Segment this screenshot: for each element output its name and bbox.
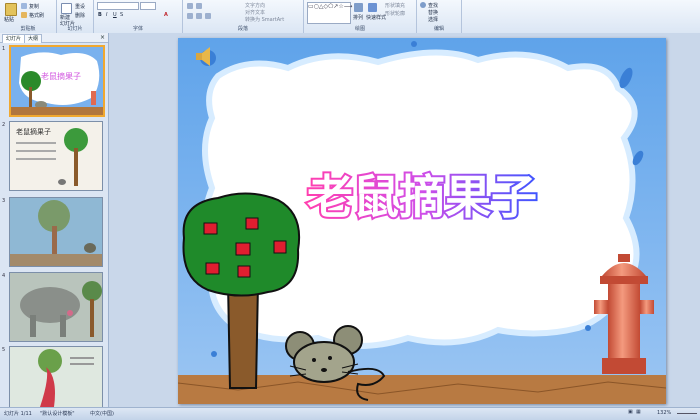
slide-number: 5 — [2, 347, 6, 353]
slide-thumbnail-3[interactable] — [9, 197, 103, 267]
select-button[interactable]: 选择 — [428, 16, 438, 23]
font-name-dropdown[interactable] — [97, 2, 139, 10]
slide-number: 3 — [2, 198, 6, 204]
apple[interactable] — [205, 262, 220, 275]
replace-button[interactable]: 替换 — [428, 9, 438, 16]
find-icon[interactable] — [420, 2, 426, 8]
bullets-icon[interactable] — [187, 3, 193, 9]
align-left-icon[interactable] — [187, 13, 193, 19]
panel-tabs: 幻灯片 大纲 × — [0, 33, 108, 43]
ribbon-group-editing: 查找 替换 选择 编辑 — [417, 0, 462, 33]
apple[interactable] — [203, 222, 218, 235]
new-slide-icon[interactable] — [61, 3, 72, 14]
slide-number: 1 — [2, 46, 6, 52]
font-size-dropdown[interactable] — [140, 2, 156, 10]
zoom-slider[interactable] — [677, 413, 697, 414]
apple[interactable] — [273, 240, 287, 254]
slide-thumbnail-1[interactable]: 老鼠摘果子 — [9, 45, 105, 117]
copy-icon[interactable] — [21, 3, 27, 9]
tab-slides[interactable]: 幻灯片 — [2, 34, 26, 43]
slide-title[interactable]: 老鼠摘果子 — [305, 168, 539, 226]
slide-art: 老鼠摘果子 — [178, 41, 666, 404]
slide-thumbnail-panel: 幻灯片 大纲 × 1 老鼠摘果子 2 老鼠摘果子 3 4 5 — [0, 33, 109, 408]
delete-button[interactable]: 删除 — [75, 12, 85, 19]
close-panel-icon[interactable]: × — [100, 34, 105, 41]
apple[interactable] — [237, 265, 251, 278]
slide-number: 2 — [2, 122, 6, 128]
ribbon-group-label: 段落 — [237, 26, 248, 32]
align-text-button[interactable]: 对齐文本 — [245, 9, 265, 16]
slide-count: 幻灯片 1/11 — [4, 411, 32, 417]
bold-button[interactable]: B — [98, 12, 102, 18]
svg-text:老鼠摘果子: 老鼠摘果子 — [41, 71, 81, 81]
strikethrough-button[interactable]: S — [120, 12, 123, 18]
thumbnail-1-art: 老鼠摘果子 — [11, 52, 103, 115]
tab-outline[interactable]: 大纲 — [24, 34, 43, 43]
thumb2-title: 老鼠摘果子 — [16, 127, 51, 136]
thumbnail-4-art — [20, 281, 102, 337]
slide-thumbnail-5[interactable] — [9, 346, 103, 408]
arrange-button[interactable]: 排列 — [353, 14, 363, 21]
ribbon-group-label: 绘图 — [354, 26, 365, 32]
ribbon-group-paragraph: 文字方向 对齐文本 转换为 SmartArt 段落 — [183, 0, 304, 33]
status-bar: 幻灯片 1/11 "默认设计模板" 中文(中国) ▣ ▦ 132% — [0, 407, 700, 420]
format-painter-button[interactable]: 格式刷 — [29, 12, 44, 19]
quick-styles-icon[interactable] — [368, 3, 377, 12]
text-direction-button[interactable]: 文字方向 — [245, 2, 265, 9]
slide-number: 4 — [2, 273, 6, 279]
ribbon-group-font: B I U S A 字体 — [94, 0, 183, 33]
find-button[interactable]: 查找 — [428, 2, 438, 9]
drop-decoration — [211, 351, 217, 357]
ribbon-group-label: 编辑 — [433, 26, 444, 32]
language-indicator: 中文(中国) — [90, 411, 114, 417]
paste-button[interactable]: 粘贴 — [4, 16, 14, 23]
zoom-level: 132% — [657, 410, 672, 416]
convert-smartart-button[interactable]: 转换为 SmartArt — [245, 16, 284, 23]
view-normal-icon[interactable]: ▣ — [628, 409, 633, 415]
thumbnail-3-art — [10, 200, 102, 266]
format-painter-icon[interactable] — [21, 12, 27, 18]
ribbon-group-label: 剪贴板 — [20, 26, 36, 32]
align-right-icon[interactable] — [205, 13, 211, 19]
align-center-icon[interactable] — [196, 13, 202, 19]
theme-name: "默认设计模板" — [40, 411, 75, 417]
shape-outline-button[interactable]: 形状轮廓 — [385, 10, 405, 17]
ribbon: 粘贴 复制 格式刷 剪贴板 新建 幻灯片 重设 删除 幻灯片 B I U S A… — [0, 0, 700, 34]
underline-button[interactable]: U — [113, 12, 117, 18]
ribbon-group-drawing: ▭○△◇⬠↗☆⟶ 排列 快速样式 形状填充 形状轮廓 绘图 — [304, 0, 417, 33]
ribbon-group-slides: 新建 幻灯片 重设 删除 幻灯片 — [57, 0, 94, 33]
tree-trunk — [226, 282, 260, 389]
drop-decoration — [411, 41, 417, 47]
slide-canvas[interactable]: 老鼠摘果子 — [178, 38, 666, 404]
paste-icon[interactable] — [5, 3, 17, 16]
slide-thumbnail-4[interactable] — [9, 272, 103, 342]
copy-button[interactable]: 复制 — [29, 3, 39, 10]
drop-decoration — [585, 325, 591, 331]
shape-fill-button[interactable]: 形状填充 — [385, 2, 405, 9]
apple[interactable] — [235, 242, 251, 256]
thumbnail-2-art: 老鼠摘果子 — [16, 127, 88, 186]
ribbon-group-label: 幻灯片 — [67, 26, 83, 32]
font-color-button[interactable]: A — [164, 12, 168, 18]
slide-thumbnail-2[interactable]: 老鼠摘果子 — [9, 121, 103, 191]
apple[interactable] — [245, 217, 259, 230]
view-sorter-icon[interactable]: ▦ — [636, 409, 641, 415]
italic-button[interactable]: I — [106, 12, 107, 18]
reset-button[interactable]: 重设 — [75, 3, 85, 10]
numbering-icon[interactable] — [196, 3, 202, 9]
shapes-gallery[interactable]: ▭○△◇⬠↗☆⟶ — [307, 2, 352, 24]
ribbon-group-clipboard: 粘贴 复制 格式刷 剪贴板 — [0, 0, 57, 33]
arrange-icon[interactable] — [354, 3, 363, 12]
ribbon-group-label: 字体 — [132, 26, 143, 32]
thumbnail-5-art — [38, 349, 94, 407]
quick-styles-button[interactable]: 快速样式 — [366, 14, 386, 21]
